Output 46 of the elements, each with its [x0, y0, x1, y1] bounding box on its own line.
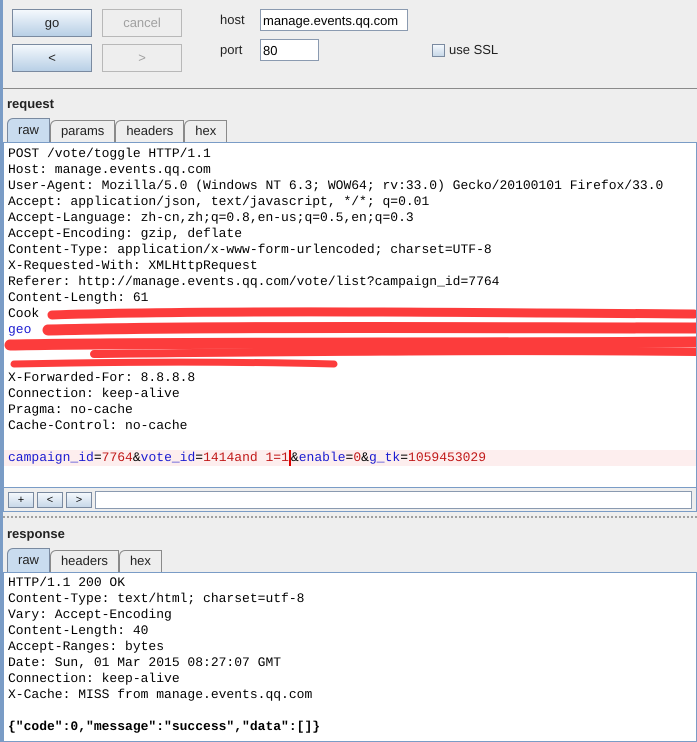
code-line: Cache-Control: no-cache: [8, 418, 188, 434]
panel-title: request: [6, 95, 55, 113]
search-field[interactable]: [95, 490, 692, 509]
nav-button[interactable]: >: [66, 492, 92, 508]
toolbar-button[interactable]: <: [12, 44, 92, 72]
tab[interactable]: raw: [7, 118, 50, 142]
code-line: POST /vote/toggle HTTP/1.1: [8, 146, 212, 162]
toolbar-button[interactable]: go: [12, 9, 92, 37]
tab[interactable]: headers: [50, 550, 119, 572]
code-line: Accept: application/json, text/javascript, */*; q=0.01: [8, 194, 430, 210]
tab[interactable]: params: [50, 120, 116, 142]
code-line: geo: [8, 322, 32, 338]
code-line: Content-Length: 61: [8, 290, 150, 306]
code-line: Cook: [8, 306, 40, 322]
code-line: X-Forwarded-For: 8.8.8.8: [8, 370, 196, 386]
code-line: Content-Type: application/x-www-form-urlencoded; charset=UTF-8: [8, 242, 493, 258]
code-line: Vary: Accept-Encoding: [8, 606, 173, 622]
code-line: X-Cache: MISS from manage.events.qq.com: [8, 686, 314, 702]
code-line: Accept-Ranges: bytes: [8, 638, 166, 654]
response-body-line: {"code":0,"message":"success","data":[]}: [8, 718, 322, 734]
code-line: Host: manage.events.qq.com: [8, 162, 212, 178]
port-label: port: [220, 41, 244, 60]
code-line: HTTP/1.1 200 OK: [8, 574, 126, 590]
code-line: Pragma: no-cache: [8, 402, 134, 418]
host-label: host: [220, 11, 246, 30]
ssl-checkbox[interactable]: [432, 44, 445, 56]
code-line: Content-Length: 40: [8, 622, 150, 638]
tab[interactable]: hex: [184, 120, 228, 142]
code-line: Accept-Encoding: gzip, deflate: [8, 226, 244, 242]
port-field[interactable]: 80: [260, 39, 319, 61]
code-line: Referer: http://manage.events.qq.com/vote/list?campaign_id=7764: [8, 274, 500, 290]
host-field[interactable]: manage.events.qq.com: [260, 9, 408, 31]
code-line: Connection: keep-alive: [8, 386, 181, 402]
code-line: Date: Sun, 01 Mar 2015 08:27:07 GMT: [8, 654, 282, 670]
tab[interactable]: headers: [115, 120, 184, 142]
tab[interactable]: hex: [118, 550, 162, 572]
nav-button[interactable]: +: [8, 492, 34, 508]
code-line: X-Requested-With: XMLHttpRequest: [8, 258, 259, 274]
code-line: User-Agent: Mozilla/5.0 (Windows NT 6.3; WOW64; rv:33.0) Gecko/20100101 Firefox/33.0: [8, 178, 664, 194]
code-line: Accept-Language: zh-cn,zh;q=0.8,en-us;q=0.5,en;q=0.3: [8, 210, 415, 226]
nav-button[interactable]: <: [37, 492, 63, 508]
code-line: Connection: keep-alive: [8, 670, 181, 686]
tab[interactable]: raw: [7, 548, 50, 572]
ssl-label: use SSL: [449, 41, 498, 60]
code-line: Content-Type: text/html; charset=utf-8: [8, 590, 306, 606]
panel-title: response: [6, 525, 66, 543]
